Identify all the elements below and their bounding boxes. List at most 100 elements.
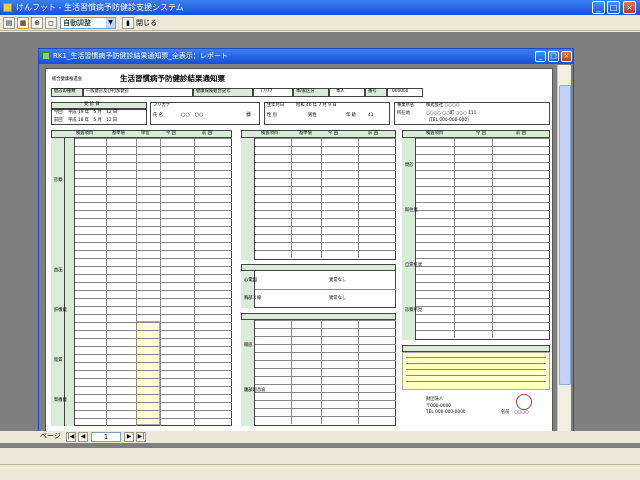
vertical-scrollbar[interactable]	[557, 65, 571, 439]
table-rule	[255, 194, 396, 195]
table-rule	[255, 392, 396, 393]
table-rule	[75, 274, 232, 275]
table-rule	[75, 346, 232, 347]
table-rule	[416, 162, 550, 163]
last-page-button[interactable]: ▶|	[136, 432, 146, 442]
date2-value: 平成 18 年 5 月 12 日	[68, 118, 118, 123]
lower-mid-header	[241, 313, 396, 320]
toolbar: ▤ ▦ ⊕ ◻ 自動調整 ▼ ▮ 閉じる	[0, 15, 640, 31]
table-rule	[255, 162, 396, 163]
sex-value: 男性	[308, 113, 317, 118]
date1-value: 平成 19 年 5 月 12 日	[68, 110, 118, 115]
section-label-4: 脂質	[54, 358, 63, 363]
table-column-rule	[160, 138, 161, 426]
page-navigation: ページ |◀ ◀ 1 ▶ ▶|	[0, 431, 640, 443]
name-value: ○○ ○○	[181, 112, 204, 118]
table-rule	[75, 410, 232, 411]
table-rule	[75, 210, 232, 211]
date1-label: 今回	[54, 110, 63, 115]
table-rule	[75, 418, 232, 419]
table-rule	[75, 170, 232, 171]
org-name: 総合健康推進会	[52, 77, 83, 82]
num-label: 番号	[368, 89, 377, 94]
report-minimize-button[interactable]: _	[535, 51, 546, 62]
code-value: 一般健診及び付加健診	[86, 89, 129, 94]
door-icon[interactable]: ▮	[122, 17, 134, 29]
table-column-rule	[321, 138, 322, 258]
ecg-header	[241, 264, 396, 271]
prev-page-button[interactable]: ◀	[78, 432, 88, 442]
section-label-1: 診察	[54, 178, 63, 183]
table-rule	[255, 186, 396, 187]
table-rule	[406, 357, 546, 358]
ins-label: 健康保険組合記号	[196, 89, 231, 94]
left-col-item: 検査項目	[76, 131, 94, 136]
kind-value: 本人	[336, 89, 345, 94]
ecg-divider	[255, 289, 396, 290]
report-maximize-button[interactable]: □	[548, 51, 559, 62]
sex-label: 性 別	[267, 113, 277, 118]
table-rule	[255, 376, 396, 377]
next-page-button[interactable]: ▶	[124, 432, 134, 442]
report-window: RK1_生活習慣病予防健診結果通知票_全表示：レポート _ □ × 総合健康推進…	[38, 48, 574, 440]
left-col-prev: 前 回	[202, 131, 212, 136]
table-rule	[416, 242, 550, 243]
table-rule	[255, 320, 396, 321]
birth-value: 昭和 40 年 7 月 9 日	[296, 103, 337, 108]
close-button[interactable]: ×	[623, 1, 636, 14]
exam-date-label: 受 診 日	[84, 102, 100, 107]
zoom-icon[interactable]: ⊕	[31, 17, 43, 29]
furigana-label: フリガナ	[153, 103, 171, 108]
section-ecg: 心電図	[244, 278, 257, 283]
zoom-select[interactable]: 自動調整 ▼	[60, 17, 116, 29]
table-rule	[75, 146, 232, 147]
chevron-down-icon[interactable]: ▼	[106, 18, 115, 28]
table-rule	[416, 138, 550, 139]
table-rule	[75, 378, 232, 379]
table-rule	[255, 408, 396, 409]
print-icon[interactable]: ▤	[3, 17, 15, 29]
page-number-input[interactable]: 1	[91, 432, 121, 442]
table-rule	[255, 328, 396, 329]
table-rule	[416, 146, 550, 147]
close-report-button[interactable]: 閉じる	[136, 17, 157, 29]
mid-col-item: 検査項目	[261, 131, 279, 136]
table-rule	[416, 250, 550, 251]
table-rule	[255, 250, 396, 251]
table-rule	[416, 266, 550, 267]
table-rule	[75, 266, 232, 267]
maximize-button[interactable]: □	[607, 1, 620, 14]
minimize-button[interactable]: _	[592, 1, 605, 14]
table-rule	[75, 154, 232, 155]
first-page-button[interactable]: |◀	[66, 432, 76, 442]
page-setup-icon[interactable]: ◻	[45, 17, 57, 29]
tel-value: （TEL 000-000-000）	[426, 118, 472, 123]
table-rule	[255, 218, 396, 219]
table-rule	[406, 363, 546, 364]
mid-col-std: 基準値	[299, 131, 312, 136]
table-rule	[75, 202, 232, 203]
table-column-rule	[136, 138, 137, 426]
table-rule	[75, 370, 232, 371]
report-close-button[interactable]: ×	[561, 51, 572, 62]
table-rule	[75, 298, 232, 299]
report-window-title: RK1_生活習慣病予防健診結果通知票_全表示：レポート	[53, 52, 228, 60]
right-col-this: 今 回	[476, 131, 486, 136]
scroll-thumb[interactable]	[559, 85, 571, 385]
table-rule	[75, 290, 232, 291]
table-rule	[75, 306, 232, 307]
table-rule	[75, 322, 232, 323]
table-rule	[416, 306, 550, 307]
table-column-rule	[321, 320, 322, 424]
preview-icon[interactable]: ▦	[17, 17, 29, 29]
footer-org: 財団法人	[426, 397, 444, 402]
section-label-2: 血圧	[54, 268, 63, 273]
table-rule	[416, 178, 550, 179]
report-icon	[42, 52, 50, 60]
lower-mid-section-column	[241, 320, 255, 426]
table-rule	[255, 336, 396, 337]
ins-value-cell	[253, 88, 293, 97]
table-rule	[255, 226, 396, 227]
table-rule	[255, 384, 396, 385]
table-rule	[255, 138, 396, 139]
